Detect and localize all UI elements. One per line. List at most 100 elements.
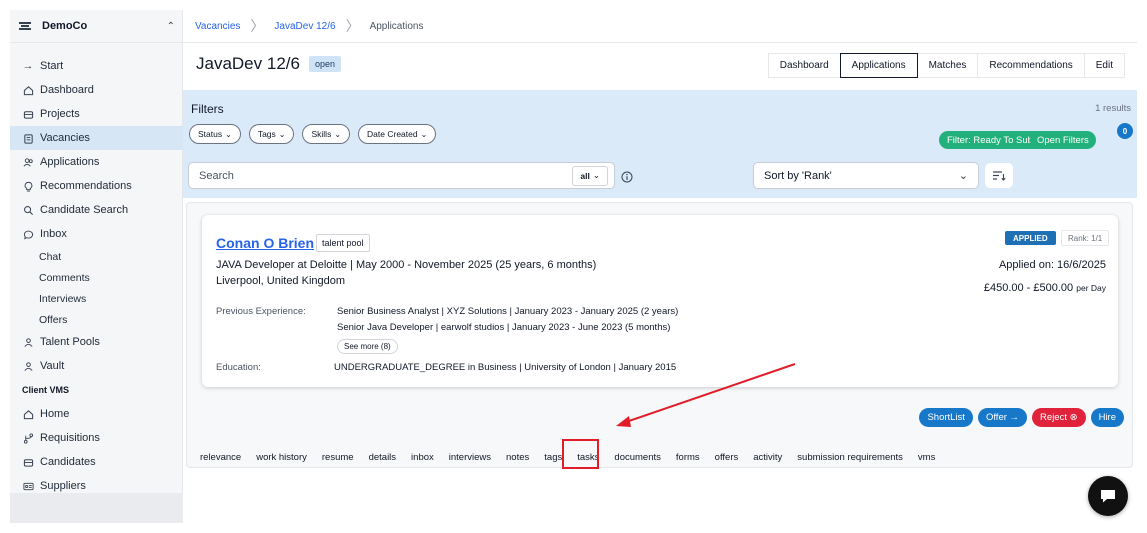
chevron-updown-icon[interactable]: ⌃ — [167, 21, 175, 32]
see-more-button[interactable]: See more (8) — [337, 339, 398, 354]
tab-documents[interactable]: documents — [614, 450, 660, 464]
tab-interviews[interactable]: interviews — [449, 450, 491, 464]
chevron-down-icon: ⌄ — [958, 170, 968, 182]
tab-inbox[interactable]: inbox — [411, 450, 434, 464]
breadcrumb-vacancy[interactable]: JavaDev 12/6 — [274, 21, 335, 32]
sidebar-item-applications[interactable]: Applications — [10, 150, 183, 174]
reject-button[interactable]: Reject ⊗ — [1032, 408, 1086, 427]
tab-resume[interactable]: resume — [322, 450, 354, 464]
rate-value: £450.00 - £500.00 — [983, 282, 1074, 294]
tab-relevance[interactable]: relevance — [200, 450, 241, 464]
tab-activity[interactable]: activity — [753, 450, 782, 464]
sidebar-item-requisitions[interactable]: Requisitions — [10, 426, 183, 450]
sidebar-item-label: Start — [40, 60, 64, 72]
sidebar-subitem-interviews[interactable]: Interviews — [10, 288, 183, 309]
sidebar-item-label: Candidate Search — [40, 204, 129, 216]
sidebar-subitem-chat[interactable]: Chat — [10, 246, 183, 267]
page-title: JavaDev 12/6 open — [196, 54, 341, 74]
arrow-right-icon: → — [22, 60, 34, 72]
org-logo-icon — [18, 19, 32, 33]
filter-chip-status[interactable]: Status ⌄ — [189, 124, 241, 144]
tab-applications[interactable]: Applications — [839, 53, 918, 78]
group-icon — [22, 336, 34, 348]
filter-chip-date-created[interactable]: Date Created ⌄ — [358, 124, 437, 144]
results-count: 1 results — [1095, 103, 1131, 114]
sidebar-item-label: Vacancies — [40, 132, 90, 144]
sidebar-subitem-offers[interactable]: Offers — [10, 309, 183, 330]
sidebar-item-label: Projects — [40, 108, 80, 120]
open-filters-count: 0 — [1117, 123, 1133, 139]
org-switcher[interactable]: DemoCo ⌃ — [10, 10, 183, 43]
search-scope-select[interactable]: all ⌄ — [572, 165, 608, 186]
tab-forms[interactable]: forms — [676, 450, 700, 464]
sidebar-item-label: Inbox — [40, 228, 67, 240]
tab-work-history[interactable]: work history — [256, 450, 307, 464]
breadcrumb-vacancies[interactable]: Vacancies — [195, 21, 240, 32]
home-icon — [22, 84, 34, 96]
org-name: DemoCo — [42, 20, 88, 32]
sidebar-item-dashboard[interactable]: Dashboard — [10, 78, 183, 102]
chip-label: Skills — [311, 129, 332, 139]
main-content: Vacancies 〉 JavaDev 12/6 〉 Applications … — [183, 10, 1137, 523]
sidebar-item-candidates[interactable]: Candidates — [10, 450, 183, 474]
sidebar-subitem-comments[interactable]: Comments — [10, 267, 183, 288]
tab-edit[interactable]: Edit — [1083, 53, 1125, 78]
sidebar-item-recommendations[interactable]: Recommendations — [10, 174, 183, 198]
education-value: UNDERGRADUATE_DEGREE in Business | Unive… — [334, 362, 677, 373]
sidebar-item-label: Requisitions — [40, 432, 100, 444]
candidate-name-link[interactable]: Conan O Brien — [216, 235, 314, 251]
tab-vms[interactable]: vms — [918, 450, 935, 464]
candidate-location: Liverpool, United Kingdom — [216, 275, 346, 287]
tab-submission-requirements[interactable]: submission requirements — [797, 450, 903, 464]
sidebar-item-start[interactable]: → Start — [10, 54, 183, 78]
tab-matches[interactable]: Matches — [916, 53, 979, 78]
candidate-role: JAVA Developer at Deloitte | May 2000 - … — [216, 259, 597, 271]
sidebar-item-inbox[interactable]: Inbox — [10, 222, 183, 246]
chevron-down-icon: ⌄ — [334, 129, 342, 139]
sort-select[interactable]: Sort by 'Rank' ⌄ — [753, 162, 979, 189]
status-badge: open — [308, 56, 341, 72]
id-card-icon — [22, 480, 34, 492]
tab-tags[interactable]: tags — [544, 450, 562, 464]
breadcrumb-current: Applications — [369, 20, 424, 32]
applied-on-date: Applied on: 16/6/2025 — [998, 259, 1106, 271]
shortlist-button[interactable]: ShortList — [919, 408, 973, 427]
sidebar-item-projects[interactable]: Projects — [10, 102, 183, 126]
rate-range: £450.00 - £500.00 per Day — [984, 282, 1106, 294]
sidebar-item-talent-pools[interactable]: Talent Pools — [10, 330, 183, 354]
sort-direction-button[interactable] — [985, 163, 1013, 188]
tab-notes[interactable]: notes — [506, 450, 529, 464]
offer-button[interactable]: Offer → — [977, 408, 1028, 427]
tab-dashboard[interactable]: Dashboard — [767, 53, 841, 78]
sort-lines-icon — [993, 170, 1006, 181]
info-icon[interactable] — [621, 170, 633, 183]
chevron-right-icon: 〉 — [250, 18, 265, 34]
chip-label: Date Created — [367, 129, 418, 139]
sidebar-section-client-vms: Client VMS — [22, 385, 70, 395]
sidebar-item-vault[interactable]: Vault — [10, 354, 183, 378]
tab-recommendations[interactable]: Recommendations — [977, 53, 1085, 78]
divider — [183, 42, 1137, 43]
chat-widget-button[interactable] — [1088, 476, 1128, 516]
candidate-actions: ShortList Offer → Reject ⊗ Hire — [914, 408, 1124, 427]
sidebar-item-home[interactable]: Home — [10, 402, 183, 426]
git-branch-icon — [22, 432, 34, 444]
sidebar-item-candidate-search[interactable]: Candidate Search — [10, 198, 183, 222]
sidebar-item-label: Suppliers — [40, 480, 86, 492]
sidebar-item-label: Home — [40, 408, 70, 420]
vault-icon — [22, 360, 34, 372]
chat-bubble-icon — [22, 228, 34, 240]
sidebar-footer — [10, 493, 183, 523]
sidebar-item-vacancies[interactable]: Vacancies — [10, 126, 183, 150]
filter-chip-skills[interactable]: Skills ⌄ — [302, 124, 351, 144]
bulb-icon — [22, 180, 34, 192]
filters-title: Filters — [191, 102, 224, 116]
open-filters-button[interactable]: Open Filters — [1030, 131, 1096, 149]
search-input[interactable] — [199, 169, 573, 182]
tab-offers[interactable]: offers — [715, 450, 739, 464]
chevron-down-icon: ⌄ — [420, 129, 428, 139]
filters-panel: Filters 1 results Status ⌄ Tags ⌄ Skills ⌄ … — [183, 90, 1137, 198]
hire-button[interactable]: Hire — [1090, 408, 1124, 427]
tab-details[interactable]: details — [369, 450, 396, 464]
filter-chip-tags[interactable]: Tags ⌄ — [248, 124, 295, 144]
